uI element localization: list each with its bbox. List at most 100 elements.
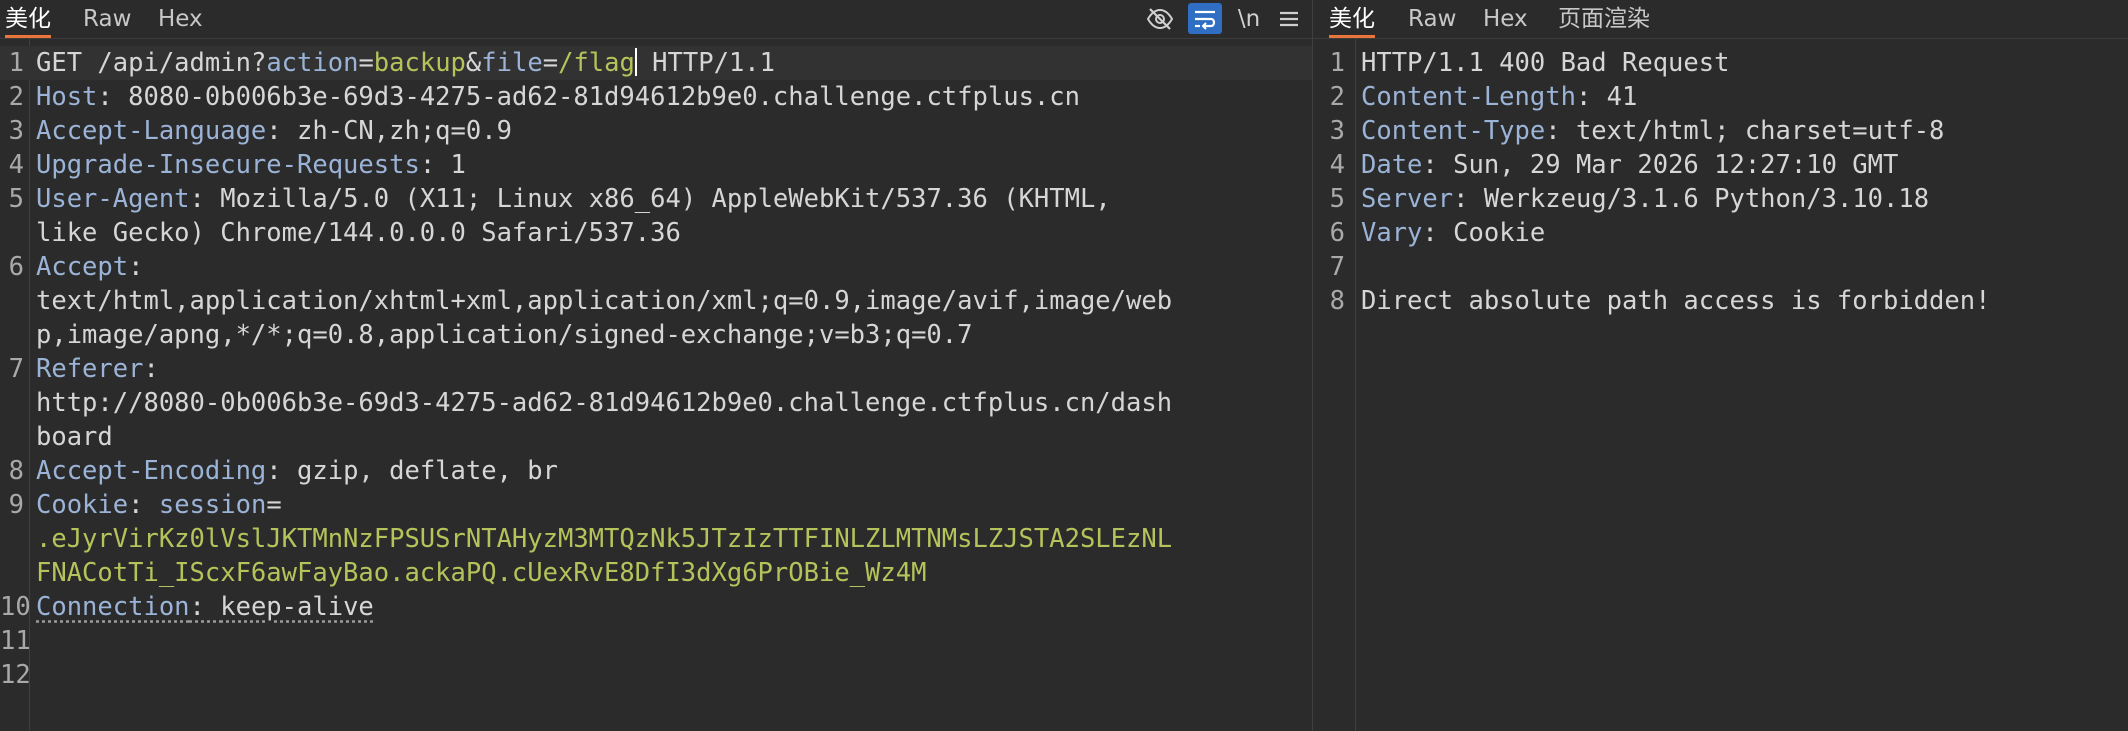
- request-line: 5 User-Agent: Mozilla/5.0 (X11; Linux x8…: [0, 182, 1312, 216]
- header-value: 8080-0b006b3e-69d3-4275-ad62-81d94612b9e…: [128, 82, 1080, 112]
- line-number: 1: [8, 48, 24, 78]
- cookie-name: session: [158, 490, 267, 520]
- header-separator: :: [97, 82, 129, 112]
- response-tab-hex[interactable]: Hex: [1483, 0, 1528, 38]
- header-separator: :: [1422, 150, 1454, 180]
- request-tabbar: 美化 Raw Hex \n: [0, 0, 1312, 39]
- line-number: 9: [8, 490, 24, 520]
- status-line: HTTP/1.1 400 Bad Request: [1361, 48, 1730, 78]
- header-name: Content-Length: [1361, 82, 1576, 112]
- header-name: Content-Type: [1361, 116, 1546, 146]
- request-protocol: HTTP/1.1: [636, 48, 775, 78]
- query-param-name: file: [481, 48, 543, 78]
- line-number: 7: [1329, 252, 1345, 282]
- response-line: 7: [1313, 250, 2128, 284]
- header-value-continuation: like Gecko) Chrome/144.0.0.0 Safari/537.…: [36, 218, 681, 248]
- header-value-continuation: http://8080-0b006b3e-69d3-4275-ad62-81d9…: [36, 388, 1173, 418]
- response-line-text: Vary: Cookie: [1361, 216, 1545, 250]
- request-line-wrap: like Gecko) Chrome/144.0.0.0 Safari/537.…: [0, 216, 1312, 250]
- response-line: 1 HTTP/1.1 400 Bad Request: [1313, 46, 2128, 80]
- eye-off-icon[interactable]: [1143, 2, 1177, 36]
- header-value: zh-CN,zh;q=0.9: [297, 116, 512, 146]
- request-line-wrap: http://8080-0b006b3e-69d3-4275-ad62-81d9…: [0, 386, 1312, 420]
- wrap-lines-icon[interactable]: [1188, 3, 1222, 34]
- header-value-continuation: text/html,application/xhtml+xml,applicat…: [36, 286, 1173, 316]
- header-separator: :: [266, 116, 298, 146]
- line-number: 4: [1329, 150, 1345, 180]
- header-value: Sun, 29 Mar 2026 12:27:10 GMT: [1453, 150, 1899, 180]
- request-line-text: Connection: keep-alive: [36, 590, 374, 624]
- header-name: Accept: [36, 252, 129, 282]
- request-line-text: Referer:: [36, 352, 159, 386]
- line-number: 3: [1329, 116, 1345, 146]
- response-pane: 美化 Raw Hex 页面渲染 1 HTTP/1.1 400 Bad Reque…: [1313, 0, 2128, 731]
- request-line-wrap: text/html,application/xhtml+xml,applicat…: [0, 284, 1312, 318]
- header-name: Host: [36, 82, 98, 112]
- line-number: 2: [8, 82, 24, 112]
- response-line-text: Server: Werkzeug/3.1.6 Python/3.10.18: [1361, 182, 1929, 216]
- request-line-text: User-Agent: Mozilla/5.0 (X11; Linux x86_…: [36, 182, 1111, 216]
- header-separator: :: [419, 150, 451, 180]
- request-editor[interactable]: 1 GET /api/admin?action=backup&file=/fla…: [0, 39, 1312, 731]
- header-separator: :: [189, 592, 221, 622]
- line-number: 8: [1329, 286, 1345, 316]
- line-number: 8: [8, 456, 24, 486]
- response-tab-raw[interactable]: Raw: [1408, 0, 1456, 38]
- line-number: 4: [8, 150, 24, 180]
- show-newlines-icon[interactable]: \n: [1232, 2, 1266, 36]
- response-line: 2 Content-Length: 41: [1313, 80, 2128, 114]
- header-value: text/html; charset=utf-8: [1575, 116, 1945, 146]
- response-line: 4 Date: Sun, 29 Mar 2026 12:27:10 GMT: [1313, 148, 2128, 182]
- header-separator: :: [143, 354, 159, 384]
- line-number: 10: [0, 592, 31, 622]
- line-number: 6: [8, 252, 24, 282]
- response-line: 6 Vary: Cookie: [1313, 216, 2128, 250]
- header-separator: :: [1453, 184, 1484, 214]
- header-name: User-Agent: [36, 184, 190, 214]
- header-separator: :: [128, 252, 144, 282]
- menu-icon[interactable]: [1272, 2, 1306, 36]
- request-line-text: GET /api/admin?action=backup&file=/flag …: [36, 46, 775, 80]
- request-tab-pretty[interactable]: 美化: [5, 0, 51, 38]
- header-name: Accept-Language: [36, 116, 267, 146]
- request-line-text: Accept:: [36, 250, 143, 284]
- cookie-value: .eJyrVirKz0lVslJKTMnNzFPSUSrNTAHyzM3MTQz…: [36, 524, 1173, 554]
- header-name: Date: [1361, 150, 1423, 180]
- request-line-wrap: board: [0, 420, 1312, 454]
- request-line: 8 Accept-Encoding: gzip, deflate, br: [0, 454, 1312, 488]
- request-line-wrap: p,image/apng,*/*;q=0.8,application/signe…: [0, 318, 1312, 352]
- request-path: /api/admin?: [97, 48, 267, 78]
- response-body: Direct absolute path access is forbidden…: [1361, 286, 1991, 316]
- query-equals: =: [542, 48, 559, 78]
- header-value-continuation: p,image/apng,*/*;q=0.8,application/signe…: [36, 320, 973, 350]
- query-param-value: /flag: [558, 48, 635, 78]
- header-separator: :: [189, 184, 221, 214]
- header-value: Cookie: [1453, 218, 1546, 248]
- header-value-continuation: board: [36, 422, 113, 452]
- request-line: 6 Accept:: [0, 250, 1312, 284]
- response-tab-pretty[interactable]: 美化: [1329, 0, 1375, 38]
- header-separator: :: [1575, 82, 1607, 112]
- request-tab-raw[interactable]: Raw: [83, 0, 131, 38]
- response-line: 5 Server: Werkzeug/3.1.6 Python/3.10.18: [1313, 182, 2128, 216]
- cookie-value: FNACotTi_IScxF6awFayBao.ackaPQ.cUexRvE8D…: [36, 558, 927, 588]
- request-method: GET: [36, 48, 98, 78]
- request-line: 11: [0, 624, 1312, 658]
- line-number: 6: [1329, 218, 1345, 248]
- cookie-equals: =: [266, 490, 282, 520]
- header-value: Mozilla/5.0 (X11; Linux x86_64) AppleWeb…: [220, 184, 1111, 214]
- header-value: 41: [1606, 82, 1638, 112]
- line-number: 5: [1329, 184, 1345, 214]
- request-line-text: Host: 8080-0b006b3e-69d3-4275-ad62-81d94…: [36, 80, 1080, 114]
- response-tabbar: 美化 Raw Hex 页面渲染: [1313, 0, 2128, 39]
- request-line: 9 Cookie: session=: [0, 488, 1312, 522]
- request-line: 7 Referer:: [0, 352, 1312, 386]
- request-line: 3 Accept-Language: zh-CN,zh;q=0.9: [0, 114, 1312, 148]
- response-tab-render[interactable]: 页面渲染: [1558, 0, 1650, 38]
- header-name: Server: [1361, 184, 1454, 214]
- response-editor[interactable]: 1 HTTP/1.1 400 Bad Request 2 Content-Len…: [1313, 39, 2128, 731]
- header-value: keep-alive: [220, 592, 374, 622]
- header-name: Cookie: [36, 490, 129, 520]
- request-tab-hex[interactable]: Hex: [158, 0, 203, 38]
- query-ampersand: &: [465, 48, 482, 78]
